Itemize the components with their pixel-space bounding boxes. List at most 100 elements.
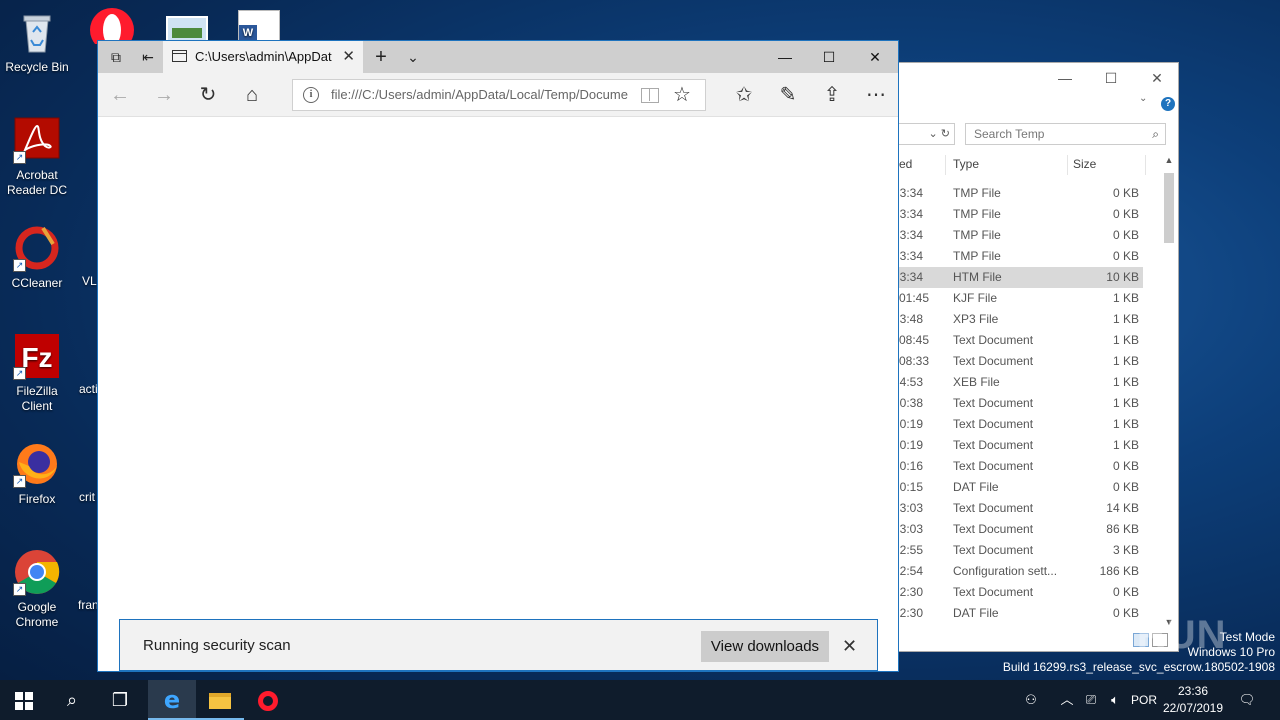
file-type: Text Document bbox=[953, 522, 1034, 536]
volume-icon[interactable]: 🔈︎ bbox=[1104, 680, 1126, 720]
web-note-pen-icon[interactable]: ✎ bbox=[770, 79, 806, 111]
file-size: 0 KB bbox=[1112, 186, 1139, 200]
column-type[interactable]: Type bbox=[953, 157, 979, 171]
desktop-icon-ccleaner[interactable]: ↗ CCleaner bbox=[0, 224, 74, 291]
shortcut-arrow-icon: ↗ bbox=[13, 583, 26, 596]
minimize-button[interactable]: — bbox=[1045, 67, 1085, 89]
taskbar-file-explorer[interactable] bbox=[196, 680, 244, 720]
file-type: Text Document bbox=[953, 417, 1034, 431]
desktop-icon-chrome[interactable]: ↗ Google Chrome bbox=[0, 548, 74, 630]
desktop-icon-label: Recycle Bin bbox=[5, 60, 69, 74]
address-history-dropdown[interactable]: ⌄ ↻ bbox=[899, 123, 955, 145]
file-size: 1 KB bbox=[1112, 333, 1139, 347]
file-row[interactable]: 3:03 Text Document 86 KB bbox=[899, 519, 1143, 540]
desktop-icon-image-partial[interactable] bbox=[166, 16, 208, 42]
vertical-scrollbar[interactable]: ▲ ▼ bbox=[1162, 155, 1176, 627]
view-downloads-button[interactable]: View downloads bbox=[701, 631, 829, 662]
file-row[interactable]: 01:45 KJF File 1 KB bbox=[899, 288, 1143, 309]
more-menu-icon[interactable]: ⋯ bbox=[858, 79, 894, 111]
file-row[interactable]: 0:38 Text Document 1 KB bbox=[899, 393, 1143, 414]
file-type: Text Document bbox=[953, 459, 1034, 473]
reading-view-icon[interactable] bbox=[641, 88, 659, 103]
desktop-icon-acrobat[interactable]: ↗ Acrobat Reader DC bbox=[0, 116, 74, 198]
file-row[interactable]: 2:55 Text Document 3 KB bbox=[899, 540, 1143, 561]
taskbar-edge[interactable]: e bbox=[148, 680, 196, 720]
maximize-button[interactable]: ☐ bbox=[1091, 67, 1131, 89]
help-icon[interactable]: ? bbox=[1161, 97, 1175, 111]
taskbar-opera[interactable] bbox=[244, 680, 292, 720]
desktop-icon-firefox[interactable]: ↗ Firefox bbox=[0, 440, 74, 507]
file-type: Text Document bbox=[953, 396, 1034, 410]
file-modified-time: 0:15 bbox=[899, 480, 923, 494]
close-notification-icon[interactable]: ✕ bbox=[842, 620, 857, 672]
file-row[interactable]: 0:16 Text Document 0 KB bbox=[899, 456, 1143, 477]
file-row[interactable]: 3:34 TMP File 0 KB bbox=[899, 183, 1143, 204]
desktop-icon-partial-crit[interactable]: crit bbox=[79, 490, 95, 504]
file-row[interactable]: 08:45 Text Document 1 KB bbox=[899, 330, 1143, 351]
file-row[interactable]: 3:34 TMP File 0 KB bbox=[899, 246, 1143, 267]
task-view-icon[interactable]: ❐ bbox=[96, 680, 144, 720]
file-row[interactable]: 3:34 TMP File 0 KB bbox=[899, 204, 1143, 225]
file-explorer-window[interactable]: — ☐ ✕ ⌄ ? ⌄ ↻ Search Temp ⌕ ed Type Size… bbox=[898, 62, 1179, 652]
edge-browser-window[interactable]: ⧉ ⇤ C:\Users\admin\AppDat ✕ + ⌄ — ☐ ✕ ← … bbox=[97, 40, 899, 672]
tab-bar[interactable]: ⧉ ⇤ C:\Users\admin\AppDat ✕ + ⌄ — ☐ ✕ bbox=[98, 41, 898, 73]
favorite-star-icon[interactable]: ☆ bbox=[673, 80, 691, 110]
tab-preview-icon[interactable]: ⧉ bbox=[102, 41, 130, 73]
desktop-icon-filezilla[interactable]: Fz ↗ FileZilla Client bbox=[0, 332, 74, 414]
file-row[interactable]: 3:03 Text Document 14 KB bbox=[899, 498, 1143, 519]
scrollbar-thumb[interactable] bbox=[1164, 173, 1174, 243]
taskbar-clock[interactable]: 23:36 22/07/2019 bbox=[1156, 683, 1230, 717]
acrobat-reader-icon: ↗ bbox=[13, 116, 61, 164]
refresh-icon[interactable]: ↻ bbox=[190, 79, 226, 111]
share-icon[interactable]: ⇪ bbox=[814, 79, 850, 111]
file-row[interactable]: 3:48 XP3 File 1 KB bbox=[899, 309, 1143, 330]
tab-list-chevron-icon[interactable]: ⌄ bbox=[398, 41, 428, 73]
file-row[interactable]: 0:19 Text Document 1 KB bbox=[899, 435, 1143, 456]
file-row[interactable]: 0:15 DAT File 0 KB bbox=[899, 477, 1143, 498]
desktop-icon-partial-vl[interactable]: VL bbox=[82, 274, 97, 288]
forward-arrow-icon[interactable]: → bbox=[146, 79, 182, 111]
file-row[interactable]: 3:34 HTM File 10 KB bbox=[899, 267, 1143, 288]
favorites-hub-icon[interactable]: ✩ bbox=[726, 79, 762, 111]
file-type: KJF File bbox=[953, 291, 998, 305]
desktop-icon-recycle-bin[interactable]: Recycle Bin bbox=[0, 8, 74, 75]
search-input[interactable]: Search Temp ⌕ bbox=[965, 123, 1166, 145]
show-hidden-icons-chevron[interactable]: ︿ bbox=[1058, 680, 1076, 720]
column-date-partial[interactable]: ed bbox=[899, 157, 912, 171]
people-icon[interactable]: ⚇ bbox=[1018, 680, 1044, 720]
search-icon[interactable]: ⌕ bbox=[48, 680, 96, 720]
desktop-icon-word-partial[interactable]: W bbox=[238, 10, 280, 42]
close-button[interactable]: ✕ bbox=[1137, 67, 1177, 89]
file-row[interactable]: 4:53 XEB File 1 KB bbox=[899, 372, 1143, 393]
network-icon[interactable]: ⎚ bbox=[1080, 680, 1102, 720]
new-tab-icon[interactable]: + bbox=[366, 41, 396, 73]
scroll-up-icon[interactable]: ▲ bbox=[1162, 155, 1176, 165]
action-center-icon[interactable]: 🗨︎ bbox=[1236, 680, 1258, 720]
back-arrow-icon[interactable]: ← bbox=[102, 79, 138, 111]
start-button[interactable] bbox=[0, 680, 48, 720]
desktop-icon-opera-partial[interactable] bbox=[88, 6, 136, 52]
set-tabs-aside-icon[interactable]: ⇤ bbox=[134, 41, 162, 73]
url-text[interactable]: file:///C:/Users/admin/AppData/Local/Tem… bbox=[331, 80, 633, 110]
clock-time: 23:36 bbox=[1177, 684, 1209, 698]
file-row[interactable]: 3:34 TMP File 0 KB bbox=[899, 225, 1143, 246]
file-row[interactable]: 2:30 Text Document 0 KB bbox=[899, 582, 1143, 603]
desktop-icon-partial-acti[interactable]: acti bbox=[79, 382, 98, 396]
file-row[interactable]: 2:54 Configuration sett... 186 KB bbox=[899, 561, 1143, 582]
maximize-button[interactable]: ☐ bbox=[806, 41, 852, 73]
column-header-row: ed Type Size bbox=[899, 155, 1161, 175]
close-tab-icon[interactable]: ✕ bbox=[342, 41, 355, 73]
address-bar[interactable]: i file:///C:/Users/admin/AppData/Local/T… bbox=[292, 79, 706, 111]
tab-active[interactable]: C:\Users\admin\AppDat ✕ bbox=[163, 41, 363, 73]
explorer-titlebar[interactable]: — ☐ ✕ bbox=[899, 63, 1178, 93]
ribbon-expand-icon[interactable]: ⌄ bbox=[1139, 93, 1147, 104]
file-row[interactable]: 0:19 Text Document 1 KB bbox=[899, 414, 1143, 435]
minimize-button[interactable]: — bbox=[762, 41, 808, 73]
refresh-icon[interactable]: ↻ bbox=[941, 128, 950, 140]
home-icon[interactable]: ⌂ bbox=[234, 79, 270, 111]
close-window-button[interactable]: ✕ bbox=[852, 41, 898, 73]
desktop-icon-partial-fran[interactable]: fran bbox=[78, 598, 99, 612]
info-icon[interactable]: i bbox=[303, 87, 319, 103]
column-size[interactable]: Size bbox=[1073, 157, 1096, 171]
file-row[interactable]: 08:33 Text Document 1 KB bbox=[899, 351, 1143, 372]
